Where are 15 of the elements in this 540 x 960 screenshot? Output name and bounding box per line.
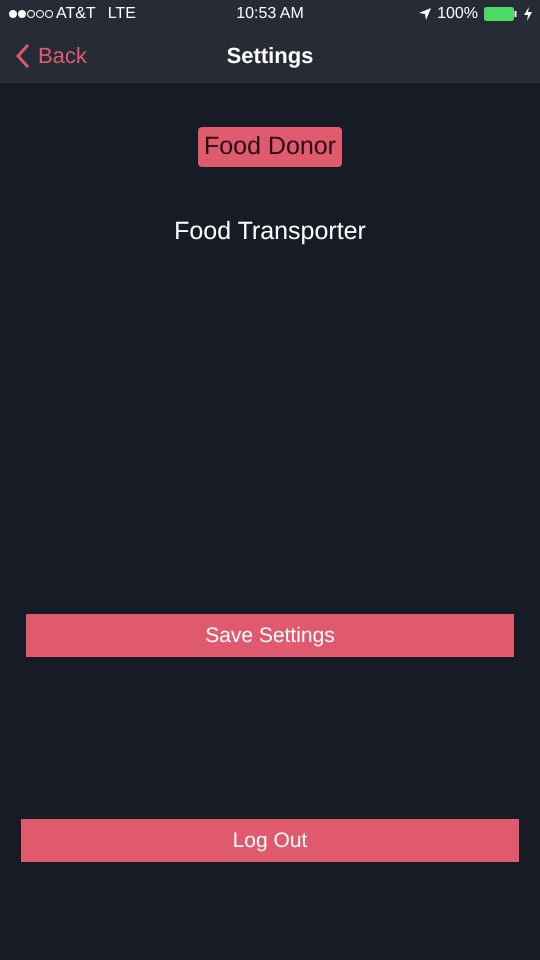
back-button[interactable]: Back xyxy=(16,39,87,72)
clock: 10:53 AM xyxy=(236,4,304,24)
chevron-left-icon xyxy=(16,42,30,68)
role-option[interactable]: Food Donor xyxy=(198,127,342,167)
save-settings-button[interactable]: Save Settings xyxy=(26,614,514,657)
carrier-label: AT&T xyxy=(56,4,96,24)
charging-bolt-icon xyxy=(524,7,532,21)
role-option[interactable]: Food Transporter xyxy=(168,212,372,252)
battery-icon xyxy=(484,7,518,21)
location-arrow-icon xyxy=(419,8,432,20)
screen-title: Settings xyxy=(226,42,314,70)
battery-percentage: 100% xyxy=(437,4,478,24)
log-out-button[interactable]: Log Out xyxy=(21,819,519,862)
network-label: LTE xyxy=(108,4,136,24)
signal-icon xyxy=(8,9,54,19)
